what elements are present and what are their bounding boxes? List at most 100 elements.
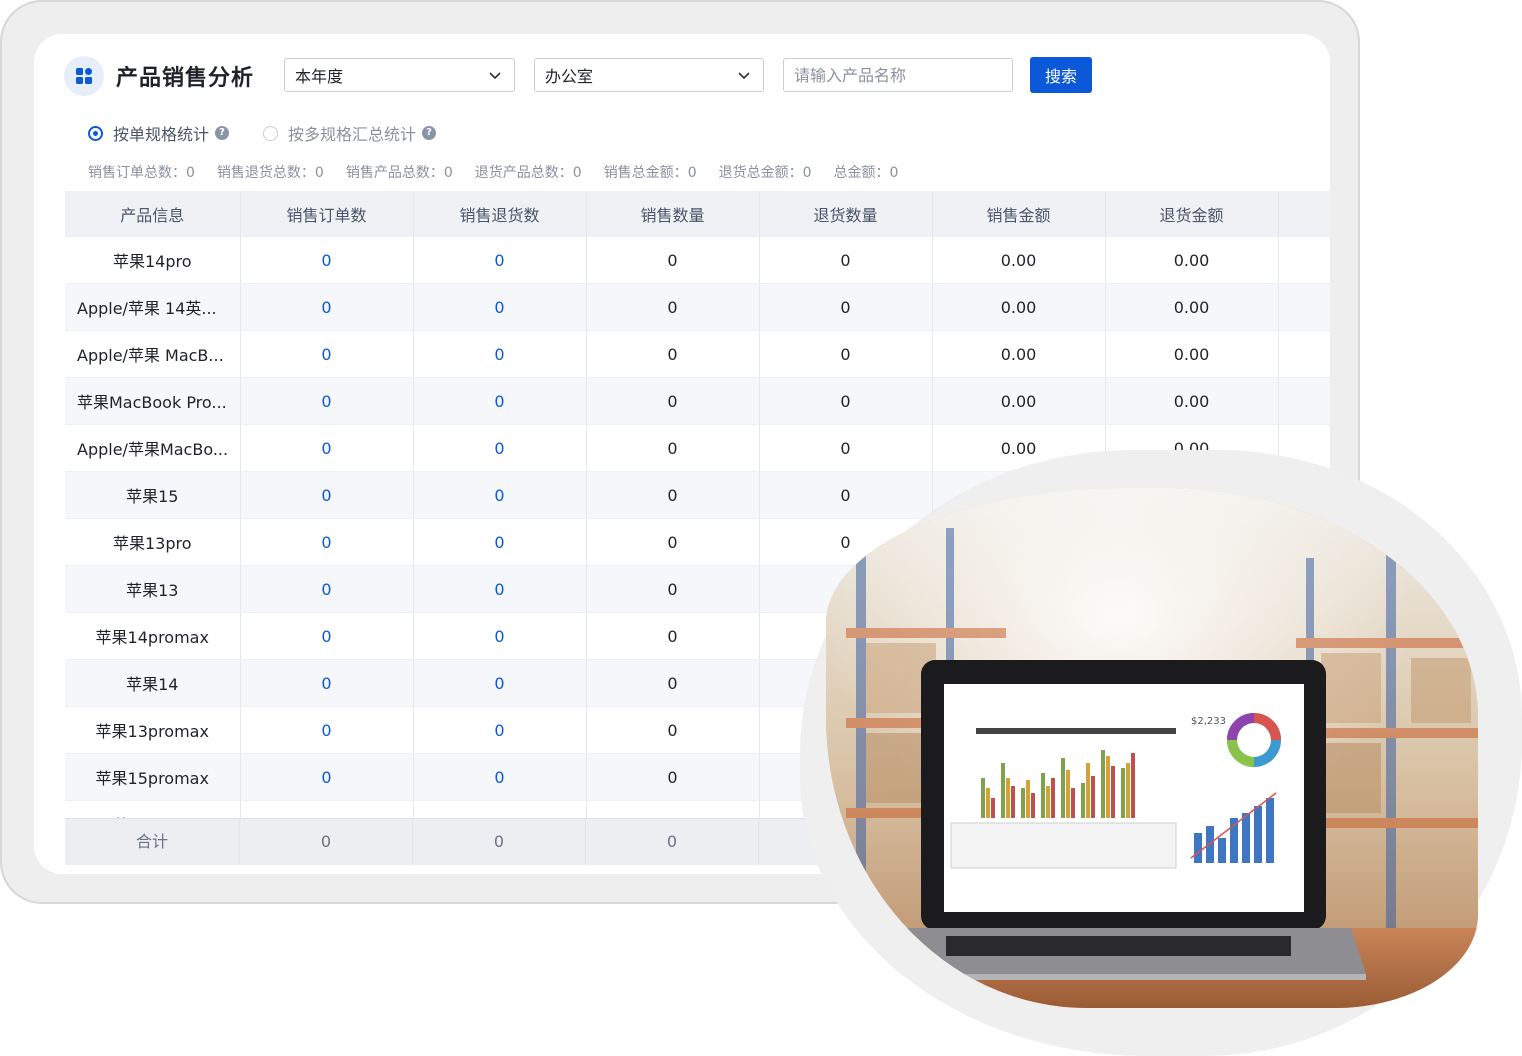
summary-item: 退货总金额：0 [719, 162, 812, 182]
returns-cell[interactable]: 0 [413, 659, 587, 707]
returns-cell[interactable]: 0 [413, 518, 587, 566]
mode-radio-group: 按单规格统计 ? 按多规格汇总统计 ? [88, 122, 470, 144]
product-name-cell: 苹果14promax [65, 612, 241, 660]
column-header [1278, 191, 1330, 237]
table-row[interactable]: Apple/苹果 14英... 0 0 0 0 0.00 0.00 [65, 283, 1330, 331]
summary-value: 0 [186, 165, 195, 181]
summary-item: 销售产品总数：0 [346, 162, 453, 182]
orders-cell[interactable]: 0 [240, 659, 414, 707]
radio-single-spec[interactable]: 按单规格统计 ? [88, 121, 230, 145]
table-row[interactable]: 苹果14pro 0 0 0 0 0.00 0.00 [65, 237, 1330, 284]
summary-item: 总金额：0 [834, 162, 899, 182]
return-amount-cell: 0.00 [1105, 377, 1279, 425]
chevron-down-icon [489, 72, 501, 80]
returns-cell[interactable]: 0 [413, 565, 587, 613]
amount-cell: 0.00 [932, 377, 1106, 425]
product-name-cell: 苹果14 [65, 659, 241, 707]
orders-cell[interactable]: 0 [240, 753, 414, 801]
period-select-value: 本年度 [295, 67, 344, 86]
summary-item: 销售退货总数：0 [217, 162, 324, 182]
summary-label: 退货产品总数： [474, 165, 573, 181]
orders-cell[interactable]: 0 [240, 377, 414, 425]
return-qty-cell: 0 [759, 330, 933, 378]
amount-cell: 0.00 [932, 237, 1106, 284]
radio-unchecked-icon [263, 125, 279, 141]
summary-label: 销售退货总数： [216, 165, 315, 181]
search-button[interactable]: 搜索 [1030, 57, 1092, 93]
return-amount-cell: 0.00 [1105, 237, 1279, 284]
return-qty-cell: 0 [759, 424, 933, 472]
orders-cell[interactable]: 0 [240, 518, 414, 566]
column-header[interactable]: 销售退货数 [413, 191, 587, 237]
summary-value: 0 [802, 165, 812, 181]
qty-cell: 0 [586, 424, 760, 472]
product-name-cell: Apple/苹果 14英... [65, 283, 241, 331]
summary-item: 销售总金额：0 [604, 162, 697, 182]
orders-cell[interactable]: 0 [240, 424, 414, 472]
help-icon[interactable]: ? [215, 126, 230, 140]
returns-cell[interactable]: 0 [413, 237, 587, 284]
summary-value: 0 [572, 165, 582, 181]
return-qty-cell: 0 [759, 471, 933, 519]
orders-cell[interactable]: 0 [240, 237, 414, 284]
radio-multi-spec[interactable]: 按多规格汇总统计 ? [263, 121, 437, 145]
return-amount-cell: 0.00 [1105, 330, 1279, 378]
orders-cell[interactable]: 0 [240, 283, 414, 331]
product-name-cell: 苹果14pro [65, 237, 241, 284]
summary-label: 退货总金额： [718, 165, 803, 181]
radio-label: 按单规格统计 [113, 125, 210, 144]
column-header[interactable]: 销售订单数 [240, 191, 414, 237]
table-row[interactable]: 苹果MacBook Pro... 0 0 0 0 0.00 0.00 [65, 377, 1330, 425]
qty-cell: 0 [586, 377, 760, 425]
summary-value: 0 [443, 165, 453, 181]
help-icon[interactable]: ? [422, 126, 437, 140]
returns-cell[interactable]: 0 [413, 283, 587, 331]
qty-cell: 0 [586, 237, 760, 284]
table-row[interactable]: Apple/苹果 MacB... 0 0 0 0 0.00 0.00 [65, 330, 1330, 378]
product-name-cell: 苹果13pro [65, 518, 241, 566]
returns-cell[interactable]: 0 [413, 471, 587, 519]
amount-cell: 0.00 [932, 330, 1106, 378]
column-header[interactable]: 退货金额 [1105, 191, 1279, 237]
column-header[interactable]: 销售金额 [932, 191, 1106, 237]
qty-cell: 0 [586, 471, 760, 519]
column-header[interactable]: 退货数量 [759, 191, 933, 237]
product-name-cell: 苹果13 [65, 565, 241, 613]
returns-cell[interactable]: 0 [413, 330, 587, 378]
total-returns: 0 [413, 819, 586, 865]
period-select[interactable]: 本年度 [284, 58, 515, 92]
returns-cell[interactable]: 0 [413, 377, 587, 425]
chevron-down-icon [738, 72, 750, 80]
header-bar: 产品销售分析 本年度 办公室 搜索 [34, 34, 1330, 124]
qty-cell: 0 [586, 659, 760, 707]
returns-cell[interactable]: 0 [413, 612, 587, 660]
product-name-cell: 苹果15 [65, 471, 241, 519]
location-select[interactable]: 办公室 [534, 58, 764, 92]
returns-cell[interactable]: 0 [413, 706, 587, 754]
empty-cell [1278, 377, 1330, 425]
warehouse-laptop-image: $2,233 [826, 488, 1478, 1008]
orders-cell[interactable]: 0 [240, 330, 414, 378]
table-header-row: 产品信息 销售订单数 销售退货数 销售数量 退货数量 销售金额 退货金额 [65, 191, 1330, 237]
summary-label: 销售产品总数： [345, 165, 444, 181]
summary-label: 销售订单总数： [88, 165, 186, 181]
product-name-cell: 苹果MacBook Pro... [65, 377, 241, 425]
column-header[interactable]: 销售数量 [586, 191, 760, 237]
qty-cell: 0 [586, 330, 760, 378]
orders-cell[interactable]: 0 [240, 565, 414, 613]
screen-amount: $2,233 [1191, 716, 1226, 727]
qty-cell: 0 [586, 612, 760, 660]
radio-label: 按多规格汇总统计 [288, 125, 417, 144]
product-name-cell: 苹果15promax [65, 753, 241, 801]
product-search-input[interactable] [783, 58, 1013, 92]
column-header[interactable]: 产品信息 [65, 191, 241, 237]
return-qty-cell: 0 [759, 377, 933, 425]
summary-item: 退货产品总数：0 [475, 162, 582, 182]
summary-label: 总金额： [833, 165, 890, 181]
orders-cell[interactable]: 0 [240, 471, 414, 519]
orders-cell[interactable]: 0 [240, 612, 414, 660]
returns-cell[interactable]: 0 [413, 424, 587, 472]
orders-cell[interactable]: 0 [240, 706, 414, 754]
returns-cell[interactable]: 0 [413, 753, 587, 801]
page-title: 产品销售分析 [116, 66, 255, 91]
